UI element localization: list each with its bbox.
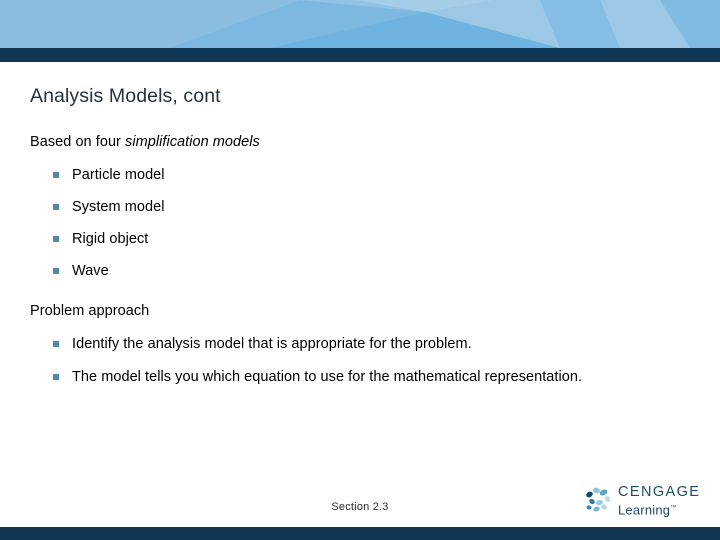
square-bullet-icon — [53, 204, 59, 210]
cengage-dot-cluster — [586, 487, 611, 512]
content-group-problem: Problem approach Identify the analysis m… — [30, 301, 650, 387]
square-bullet-icon — [53, 341, 59, 347]
list-item-label: System model — [72, 199, 165, 215]
lead-line-problem: Problem approach — [30, 301, 650, 321]
lead-emphasis-simplification: simplification models — [125, 134, 260, 150]
list-item: The model tells you which equation to us… — [52, 368, 650, 387]
slide-canvas: Analysis Models, cont Based on four simp… — [0, 0, 720, 540]
square-bullet-icon — [53, 172, 59, 178]
list-item-label: The model tells you which equation to us… — [72, 369, 583, 385]
content-group-simplification: Based on four simplification models Part… — [30, 132, 650, 281]
square-bullet-icon — [53, 374, 59, 380]
header-decorative-band — [0, 0, 720, 48]
bullet-list-problem: Identify the analysis model that is appr… — [52, 335, 650, 387]
header-navy-rule — [0, 48, 720, 62]
slide-body: Based on four simplification models Part… — [30, 132, 650, 387]
cengage-logo-wordmark: CENGAGE Learning™ — [618, 485, 702, 517]
list-item: Identify the analysis model that is appr… — [52, 335, 650, 354]
list-item: System model — [52, 198, 650, 217]
header-band-shapes — [0, 0, 720, 48]
square-bullet-icon — [53, 236, 59, 242]
list-item-label: Wave — [72, 263, 109, 279]
trademark-symbol: ™ — [670, 505, 677, 511]
cengage-dots-mark-icon — [583, 485, 615, 515]
list-item-label: Rigid object — [72, 231, 149, 247]
page-title: Analysis Models, cont — [30, 85, 221, 107]
list-item-label: Identify the analysis model that is appr… — [72, 336, 472, 352]
list-item-label: Particle model — [72, 167, 165, 183]
list-item: Particle model — [52, 166, 650, 185]
bullet-list-simplification: Particle model System model Rigid object… — [52, 166, 650, 281]
lead-plain-problem: Problem approach — [30, 303, 150, 319]
list-item: Rigid object — [52, 230, 650, 249]
footer-navy-bar — [0, 527, 720, 540]
square-bullet-icon — [53, 268, 59, 274]
list-item: Wave — [52, 262, 650, 281]
lead-line-simplification: Based on four simplification models — [30, 132, 650, 152]
cengage-word: CENGAGE — [618, 484, 701, 500]
learning-word: Learning™ — [618, 501, 702, 517]
cengage-dots-svg — [586, 487, 611, 512]
learning-word-text: Learning — [618, 502, 671, 518]
lead-plain-simplification: Based on four — [30, 134, 126, 150]
cengage-learning-logo: CENGAGE Learning™ — [583, 484, 701, 518]
